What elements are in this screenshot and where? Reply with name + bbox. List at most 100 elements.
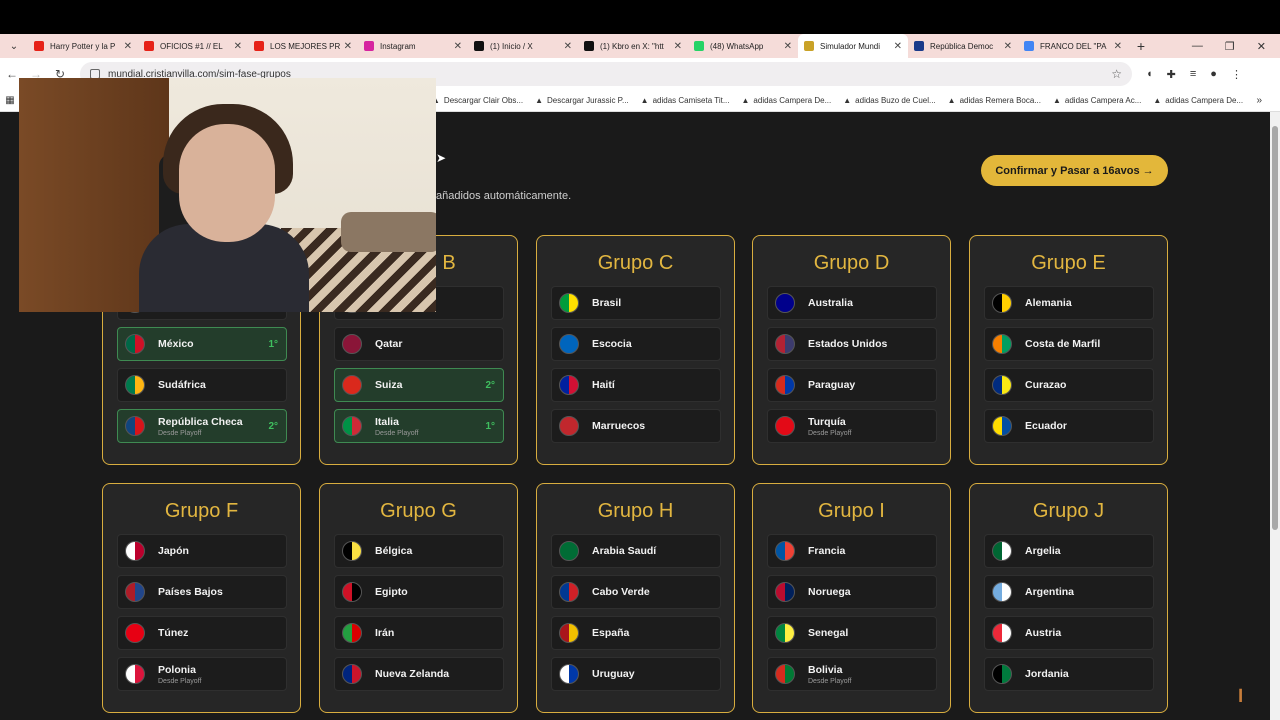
team-row[interactable]: Bolivia Desde Playoff (767, 657, 937, 691)
team-row[interactable]: Irán (334, 616, 504, 650)
bookmark-label: adidas Campera De... (1165, 96, 1244, 105)
team-row[interactable]: Arabia Saudí (551, 534, 721, 568)
team-row[interactable]: México 1° (117, 327, 287, 361)
browser-tab[interactable]: Harry Potter y la P ✕ (28, 34, 138, 58)
team-text: Haití (592, 379, 615, 391)
tab-close-icon[interactable]: ✕ (784, 41, 792, 52)
bookmark-item[interactable]: ▲ Descargar Jurassic P... (535, 96, 629, 105)
scrollbar-thumb[interactable] (1272, 126, 1278, 530)
team-text: Bolivia Desde Playoff (808, 664, 851, 685)
puzzle-icon[interactable]: ✚ (1167, 68, 1176, 81)
browser-tab[interactable]: República Democ ✕ (908, 34, 1018, 58)
team-row[interactable]: Ecuador (984, 409, 1154, 443)
team-row[interactable]: Argelia (984, 534, 1154, 568)
new-tab-plus-icon[interactable]: + (1128, 38, 1154, 54)
close-window-icon[interactable]: ✕ (1257, 40, 1266, 53)
team-name: Sudáfrica (158, 379, 206, 391)
browser-menu-icon[interactable]: ⋮ (1231, 68, 1242, 81)
team-row[interactable]: Austria (984, 616, 1154, 650)
team-row[interactable]: Qatar (334, 327, 504, 361)
team-flag-icon (559, 664, 579, 684)
team-row[interactable]: Bélgica (334, 534, 504, 568)
tab-close-icon[interactable]: ✕ (564, 41, 572, 52)
tab-close-icon[interactable]: ✕ (674, 41, 682, 52)
team-row[interactable]: España (551, 616, 721, 650)
team-row[interactable]: Egipto (334, 575, 504, 609)
bookmark-item[interactable]: ▲ adidas Campera De... (742, 96, 832, 105)
group-title: Grupo C (597, 252, 674, 274)
team-row[interactable]: Alemania (984, 286, 1154, 320)
minimize-icon[interactable]: — (1192, 40, 1203, 53)
team-row[interactable]: Paraguay (767, 368, 937, 402)
bookmark-item[interactable]: ▲ adidas Buzo de Cuel... (843, 96, 935, 105)
bookmark-item[interactable]: ▲ adidas Remera Boca... (948, 96, 1041, 105)
team-flag-icon (992, 582, 1012, 602)
tab-close-icon[interactable]: ✕ (124, 41, 132, 52)
team-row[interactable]: Marruecos (551, 409, 721, 443)
team-row[interactable]: Uruguay (551, 657, 721, 691)
tab-close-icon[interactable]: ✕ (234, 41, 242, 52)
restore-icon[interactable]: ❐ (1225, 40, 1235, 53)
team-text: Noruega (808, 586, 851, 598)
tab-close-icon[interactable]: ✕ (1114, 41, 1122, 52)
tab-search-chevron-icon[interactable]: ⌄ (0, 34, 28, 58)
team-row[interactable]: Turquía Desde Playoff (767, 409, 937, 443)
team-row[interactable]: Haití (551, 368, 721, 402)
browser-tab[interactable]: Instagram ✕ (358, 34, 468, 58)
team-row[interactable]: Nueva Zelanda (334, 657, 504, 691)
browser-tab[interactable]: FRANCO DEL "PA ✕ (1018, 34, 1128, 58)
team-row[interactable]: Costa de Marfil (984, 327, 1154, 361)
profile-avatar-icon[interactable]: ● (1210, 68, 1217, 81)
team-flag-icon (342, 416, 362, 436)
team-name: Irán (375, 627, 395, 639)
team-text: Cabo Verde (592, 586, 650, 598)
bookmark-item[interactable]: ▲Descargar Clair Obs... (432, 96, 523, 105)
team-row[interactable]: Senegal (767, 616, 937, 650)
tab-close-icon[interactable]: ✕ (454, 41, 462, 52)
team-row[interactable]: Francia (767, 534, 937, 568)
bookmark-item[interactable]: ▲ adidas Camiseta Tit... (641, 96, 730, 105)
browser-tab[interactable]: (1) Kbro en X: "htt ✕ (578, 34, 688, 58)
extension-icon[interactable]: ◖ (1146, 68, 1153, 81)
team-row[interactable]: Brasil (551, 286, 721, 320)
confirm-button[interactable]: Confirmar y Pasar a 16avos → (981, 155, 1168, 186)
tab-favicon-icon (474, 41, 484, 51)
team-row[interactable]: Noruega (767, 575, 937, 609)
bookmark-label: adidas Buzo de Cuel... (855, 96, 936, 105)
apps-grid-icon[interactable]: ▦ (0, 95, 20, 106)
tab-close-icon[interactable]: ✕ (344, 41, 352, 52)
team-row[interactable]: Argentina (984, 575, 1154, 609)
browser-tab[interactable]: Simulador Mundi ✕ (798, 34, 908, 58)
team-flag-icon (342, 623, 362, 643)
team-row[interactable]: Sudáfrica (117, 368, 287, 402)
team-row[interactable]: Túnez (117, 616, 287, 650)
bookmark-item[interactable]: ▲ adidas Campera De... (1153, 96, 1243, 105)
tab-close-icon[interactable]: ✕ (1004, 41, 1012, 52)
bookmark-favicon-icon: ▲ (843, 96, 852, 105)
bookmark-favicon-icon: ▲ (640, 96, 649, 105)
team-row[interactable]: Jordania (984, 657, 1154, 691)
team-row[interactable]: Estados Unidos (767, 327, 937, 361)
team-row[interactable]: Polonia Desde Playoff (117, 657, 287, 691)
more-bookmarks-icon[interactable]: » (1256, 95, 1262, 106)
browser-tab[interactable]: (1) Inicio / X ✕ (468, 34, 578, 58)
team-row[interactable]: Suiza 2° (334, 368, 504, 402)
team-row[interactable]: Cabo Verde (551, 575, 721, 609)
browser-tab[interactable]: LOS MEJORES PR ✕ (248, 34, 358, 58)
tab-close-icon[interactable]: ✕ (894, 41, 902, 52)
browser-tab[interactable]: OFICIOS #1 // EL ✕ (138, 34, 248, 58)
browser-tab[interactable]: (48) WhatsApp ✕ (688, 34, 798, 58)
page-scrollbar[interactable] (1270, 112, 1280, 720)
team-row[interactable]: Japón (117, 534, 287, 568)
team-row[interactable]: Países Bajos (117, 575, 287, 609)
team-row[interactable]: Italia Desde Playoff 1° (334, 409, 504, 443)
team-row[interactable]: Escocia (551, 327, 721, 361)
bookmark-item[interactable]: ▲ adidas Campera Ac... (1053, 96, 1141, 105)
team-name: Egipto (375, 586, 408, 598)
bookmark-star-icon[interactable]: ☆ (1111, 67, 1122, 81)
team-row[interactable]: República Checa Desde Playoff 2° (117, 409, 287, 443)
team-row[interactable]: Curazao (984, 368, 1154, 402)
media-controls-icon[interactable]: ≡ (1190, 68, 1196, 81)
team-row[interactable]: Australia (767, 286, 937, 320)
team-flag-icon (992, 541, 1012, 561)
